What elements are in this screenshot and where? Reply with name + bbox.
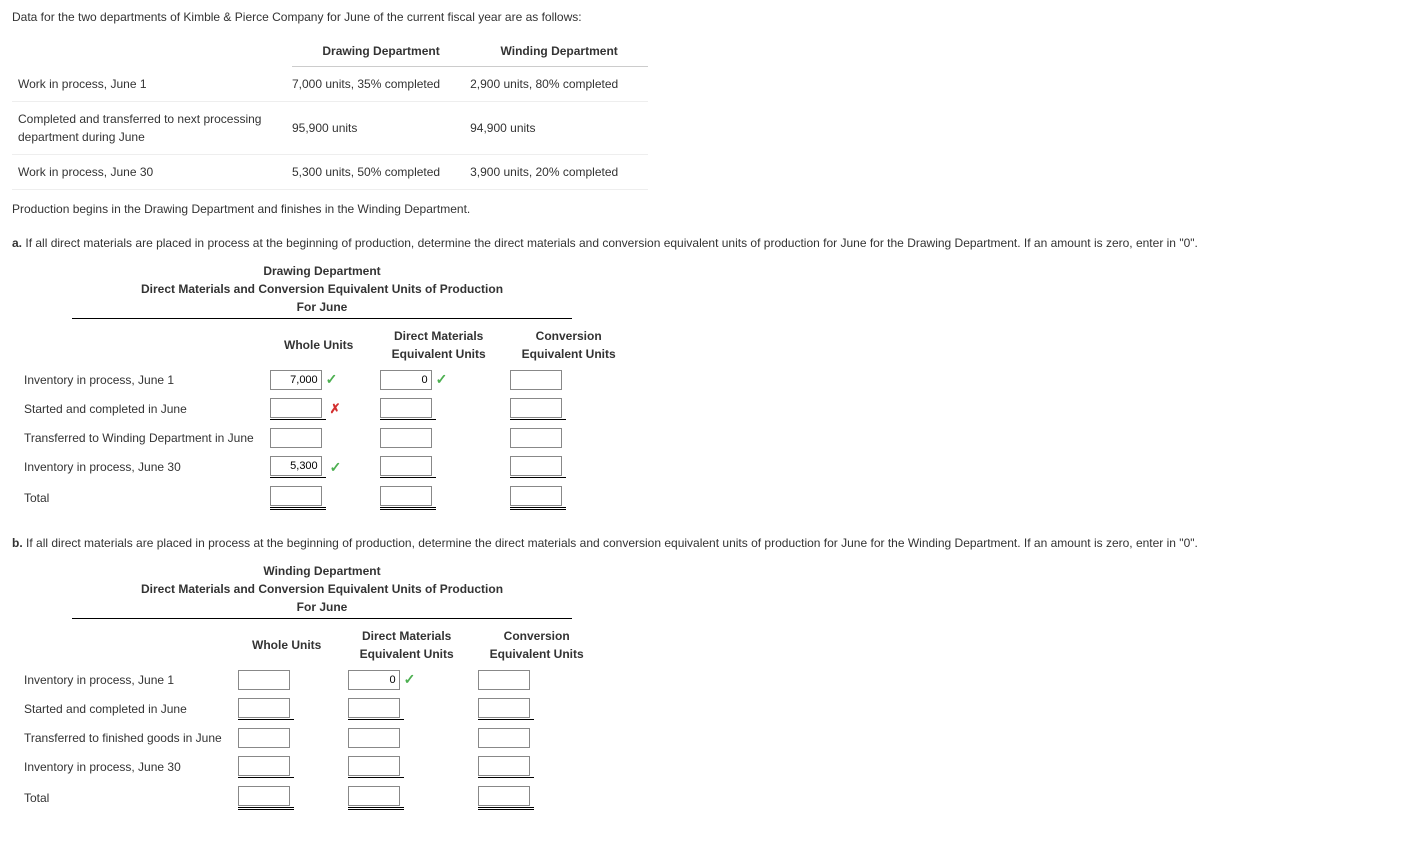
b-r3-conv[interactable]: [478, 728, 530, 748]
col-whole-units: Whole Units: [232, 625, 342, 665]
a-r5-conv[interactable]: [510, 486, 562, 506]
table-row: Completed and transferred to next proces…: [12, 102, 648, 155]
b-r4-dm[interactable]: [348, 756, 400, 776]
part-a-title: Drawing Department Direct Materials and …: [72, 262, 572, 319]
check-icon: ✓: [326, 369, 338, 390]
a-r4-whole[interactable]: [270, 456, 322, 476]
check-icon: ✓: [330, 457, 342, 478]
a-r1-conv[interactable]: [510, 370, 562, 390]
a-r3-conv[interactable]: [510, 428, 562, 448]
b-r1-whole[interactable]: [238, 670, 290, 690]
part-b-answer-table: Whole Units Direct MaterialsEquivalent U…: [18, 625, 602, 814]
col-conv-eu: ConversionEquivalent Units: [472, 625, 602, 665]
col-whole-units: Whole Units: [264, 325, 374, 365]
col-conv-eu: ConversionEquivalent Units: [504, 325, 634, 365]
b-r5-conv[interactable]: [478, 786, 530, 806]
a-r2-whole[interactable]: [270, 398, 322, 418]
a-r4-dm[interactable]: [380, 456, 432, 476]
a-r5-dm[interactable]: [380, 486, 432, 506]
part-b-title: Winding Department Direct Materials and …: [72, 562, 572, 619]
col-dm-eu: Direct MaterialsEquivalent Units: [374, 325, 504, 365]
a-r2-dm[interactable]: [380, 398, 432, 418]
table-row: Inventory in process, June 1 ✓ ✓: [18, 365, 634, 394]
a-r5-whole[interactable]: [270, 486, 322, 506]
a-r4-conv[interactable]: [510, 456, 562, 476]
table-row: Transferred to Winding Department in Jun…: [18, 424, 634, 452]
b-r1-dm[interactable]: [348, 670, 400, 690]
b-r4-whole[interactable]: [238, 756, 290, 776]
table-row: Work in process, June 1 7,000 units, 35%…: [12, 67, 648, 102]
table-row: Work in process, June 30 5,300 units, 50…: [12, 155, 648, 190]
b-r2-whole[interactable]: [238, 698, 290, 718]
b-r1-conv[interactable]: [478, 670, 530, 690]
table-row: Inventory in process, June 30: [18, 752, 602, 782]
b-r2-dm[interactable]: [348, 698, 400, 718]
table-row: Inventory in process, June 1 ✓: [18, 665, 602, 694]
col-dm-eu: Direct MaterialsEquivalent Units: [342, 625, 472, 665]
header-drawing: Drawing Department: [292, 36, 470, 67]
b-r2-conv[interactable]: [478, 698, 530, 718]
table-row: Transferred to finished goods in June: [18, 724, 602, 752]
check-icon: ✓: [404, 669, 416, 690]
a-r1-dm[interactable]: [380, 370, 432, 390]
part-b-marker: b.: [12, 536, 23, 550]
a-r3-dm[interactable]: [380, 428, 432, 448]
part-a-text: If all direct materials are placed in pr…: [25, 236, 1197, 250]
table-row: Total: [18, 782, 602, 814]
part-a-answer-table: Whole Units Direct MaterialsEquivalent U…: [18, 325, 634, 514]
part-b: b. If all direct materials are placed in…: [12, 534, 1408, 814]
intro-text: Data for the two departments of Kimble &…: [12, 8, 1408, 26]
a-r1-whole[interactable]: [270, 370, 322, 390]
part-a: a. If all direct materials are placed in…: [12, 234, 1408, 514]
production-note: Production begins in the Drawing Departm…: [12, 200, 1408, 218]
part-b-text: If all direct materials are placed in pr…: [26, 536, 1198, 550]
table-row: Inventory in process, June 30 ✓: [18, 452, 634, 482]
a-r3-whole[interactable]: [270, 428, 322, 448]
a-r2-conv[interactable]: [510, 398, 562, 418]
part-a-marker: a.: [12, 236, 22, 250]
header-winding: Winding Department: [470, 36, 648, 67]
b-r3-whole[interactable]: [238, 728, 290, 748]
b-r5-whole[interactable]: [238, 786, 290, 806]
check-icon: ✓: [436, 369, 448, 390]
table-row: Started and completed in June: [18, 694, 602, 724]
x-icon: ✗: [330, 399, 341, 419]
department-data-table: Drawing Department Winding Department Wo…: [12, 36, 648, 190]
table-row: Total: [18, 482, 634, 514]
b-r4-conv[interactable]: [478, 756, 530, 776]
b-r3-dm[interactable]: [348, 728, 400, 748]
table-row: Started and completed in June ✗: [18, 394, 634, 424]
b-r5-dm[interactable]: [348, 786, 400, 806]
